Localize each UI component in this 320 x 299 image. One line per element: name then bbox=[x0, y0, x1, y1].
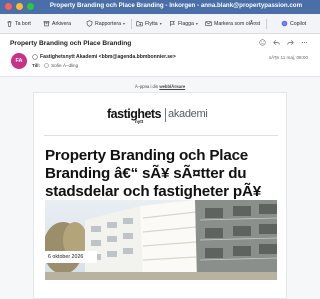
logo-secondary-text: akademi bbox=[168, 108, 208, 120]
article-photo[interactable] bbox=[45, 200, 277, 280]
logo-divider-line bbox=[44, 135, 278, 136]
zoom-window-button[interactable] bbox=[27, 3, 34, 10]
recipient-name: Sofie Ã–dling bbox=[51, 63, 79, 68]
open-in-browser-prefix: Ã–ppna i din bbox=[134, 84, 159, 89]
mark-unread-label: Markera som olÃ¤st bbox=[214, 20, 261, 27]
mail-window: Property Branding och Place Branding - I… bbox=[0, 0, 320, 299]
delete-button[interactable]: Ta bort bbox=[6, 20, 31, 27]
flag-icon bbox=[170, 21, 175, 27]
sender-name: Fastighetsnytt Akademi <bbm@agenda.bbmbo… bbox=[40, 54, 176, 60]
open-in-browser-link[interactable]: webblÃ¤sare bbox=[159, 84, 185, 89]
archive-button[interactable]: Arkivera bbox=[43, 20, 71, 27]
copilot-icon bbox=[281, 20, 288, 27]
close-window-button[interactable] bbox=[5, 3, 12, 10]
brand-logo[interactable]: fastighets nytt akademi bbox=[107, 107, 215, 127]
minimize-window-button[interactable] bbox=[16, 3, 23, 10]
trash-icon bbox=[7, 21, 12, 27]
recipient-chip[interactable]: Sofie Ã–dling bbox=[44, 63, 78, 68]
title-bar: Property Branding och Place Branding - I… bbox=[0, 0, 320, 14]
archive-label: Arkivera bbox=[52, 20, 72, 27]
newsletter-card: fastighets nytt akademi Property Brandin… bbox=[33, 92, 287, 299]
move-button[interactable]: Flytta ▾ bbox=[136, 20, 162, 27]
flag-button[interactable]: Flagga ▾ bbox=[169, 20, 198, 27]
reply-icon[interactable] bbox=[273, 39, 280, 46]
report-button[interactable]: Rapportera ▾ bbox=[86, 20, 125, 27]
sender-avatar: FA bbox=[11, 53, 27, 69]
forward-icon[interactable] bbox=[287, 39, 294, 46]
chevron-down-icon[interactable]: ▾ bbox=[196, 21, 198, 26]
chevron-down-icon[interactable]: ▾ bbox=[160, 21, 162, 26]
more-options-icon[interactable] bbox=[301, 39, 308, 46]
flag-label: Flagga bbox=[178, 20, 194, 27]
window-title: Property Branding och Place Branding - I… bbox=[49, 2, 303, 9]
move-label: Flytta bbox=[145, 20, 158, 27]
mark-unread-button[interactable]: Markera som olÃ¤st bbox=[205, 20, 260, 27]
toolbar: Ta bort Arkivera Rapportera ▾ Flytta ▾ F… bbox=[0, 14, 320, 34]
toolbar-divider bbox=[131, 19, 132, 29]
to-label: Till: bbox=[32, 63, 41, 68]
message-actions bbox=[259, 39, 308, 46]
emoji-icon[interactable] bbox=[259, 39, 266, 46]
publish-date: 6 oktober 2026 bbox=[45, 251, 97, 263]
recipient-line: Till: Sofie Ã–dling bbox=[32, 63, 78, 68]
envelope-icon bbox=[205, 21, 212, 26]
message-subject: Property Branding och Place Branding bbox=[10, 40, 132, 47]
copilot-button[interactable]: Copilot bbox=[281, 20, 306, 27]
shield-icon bbox=[86, 20, 93, 27]
building-photo-illustration bbox=[45, 200, 277, 280]
logo-sub-text: nytt bbox=[135, 119, 144, 124]
logo-divider bbox=[165, 108, 166, 122]
person-icon bbox=[44, 63, 49, 68]
chevron-down-icon[interactable]: ▾ bbox=[123, 21, 125, 26]
delete-label: Ta bort bbox=[15, 20, 31, 27]
open-in-browser-line: Ã–ppna i din webblÃ¤sare bbox=[0, 84, 320, 89]
window-controls bbox=[5, 3, 34, 10]
folder-move-icon bbox=[136, 21, 143, 27]
report-label: Rapportera bbox=[95, 20, 121, 27]
toolbar-divider bbox=[266, 19, 267, 29]
copilot-label: Copilot bbox=[290, 20, 307, 27]
security-icon bbox=[32, 54, 38, 60]
sender-line[interactable]: Fastighetsnytt Akademi <bbm@agenda.bbmbo… bbox=[32, 54, 176, 60]
archive-icon bbox=[43, 21, 50, 27]
message-date: sÃ¶n 11 maj, 08:00 bbox=[268, 55, 308, 60]
